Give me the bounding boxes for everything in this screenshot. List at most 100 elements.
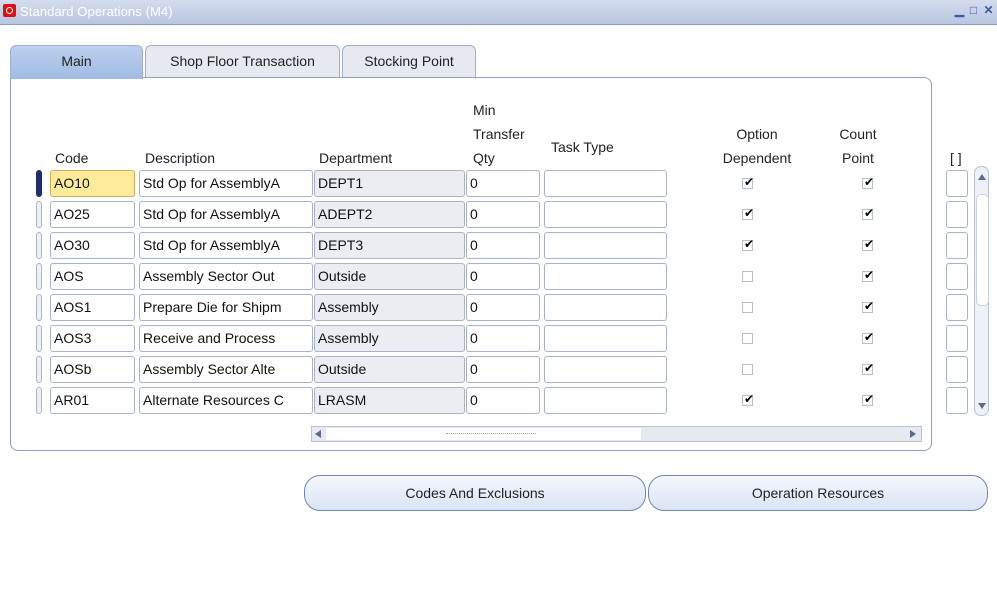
description-field[interactable]: Assembly Sector Alte — [139, 356, 313, 383]
column-header-count-point: Count Point — [828, 125, 888, 168]
task-type-field[interactable] — [544, 387, 667, 414]
column-header-qty-line: Qty — [473, 150, 495, 166]
horizontal-scrollbar[interactable] — [311, 426, 922, 442]
scroll-right-icon[interactable] — [910, 430, 916, 438]
minimize-icon[interactable]: ▁ — [953, 4, 966, 17]
row-folder-box[interactable] — [946, 232, 968, 259]
checkmark-icon: ✔ — [744, 237, 755, 251]
min-transfer-qty-field[interactable]: 0 — [466, 325, 540, 352]
count-point-checkbox[interactable]: ✔ — [862, 361, 874, 375]
scroll-left-icon[interactable] — [315, 430, 321, 438]
count-point-checkbox[interactable]: ✔ — [862, 175, 875, 189]
tab-main-label: Main — [61, 53, 92, 69]
row-selector[interactable] — [36, 201, 42, 228]
option-dependent-checkbox[interactable]: ✔ — [742, 392, 754, 406]
count-point-checkbox[interactable]: ✔ — [862, 237, 874, 251]
description-field[interactable]: Std Op for AssemblyA — [139, 170, 313, 197]
operation-resources-button[interactable]: Operation Resources — [648, 475, 988, 511]
description-field[interactable]: Alternate Resources C — [139, 387, 313, 414]
row-folder-box[interactable] — [946, 325, 968, 352]
checkmark-icon: ✔ — [864, 330, 875, 344]
option-dependent-checkbox[interactable]: ✔ — [742, 237, 755, 251]
option-dependent-checkbox[interactable] — [742, 364, 753, 375]
code-field[interactable]: AR01 — [50, 387, 135, 414]
checkmark-icon: ✔ — [864, 392, 875, 406]
vertical-scrollbar[interactable] — [974, 166, 989, 416]
row-selector[interactable] — [36, 170, 42, 197]
code-field[interactable]: AOS1 — [50, 294, 135, 321]
description-field[interactable]: Prepare Die for Shipm — [139, 294, 313, 321]
min-transfer-qty-field[interactable]: 0 — [466, 170, 540, 197]
description-field[interactable]: Assembly Sector Out — [139, 263, 313, 290]
task-type-field[interactable] — [544, 201, 667, 228]
department-field[interactable]: DEPT1 — [314, 170, 465, 197]
restore-icon[interactable]: □ — [967, 4, 980, 17]
horizontal-scroll-thumb[interactable] — [326, 428, 641, 440]
code-field[interactable]: AO30 — [50, 232, 135, 259]
row-folder-box[interactable] — [946, 356, 968, 383]
row-selector[interactable] — [36, 294, 42, 321]
department-field[interactable]: LRASM — [314, 387, 465, 414]
count-point-checkbox[interactable]: ✔ — [862, 392, 875, 406]
department-field[interactable]: Assembly — [314, 325, 465, 352]
row-selector[interactable] — [36, 263, 42, 290]
row-folder-box[interactable] — [946, 387, 968, 414]
codes-and-exclusions-button[interactable]: Codes And Exclusions — [304, 475, 646, 511]
row-selector[interactable] — [36, 387, 42, 414]
codes-and-exclusions-label: Codes And Exclusions — [405, 485, 545, 501]
option-dependent-checkbox[interactable] — [742, 333, 753, 344]
option-dependent-checkbox[interactable] — [742, 302, 753, 313]
code-field[interactable]: AOS — [50, 263, 135, 290]
option-dependent-checkbox[interactable]: ✔ — [742, 175, 754, 189]
description-field[interactable]: Std Op for AssemblyA — [139, 201, 313, 228]
description-field[interactable]: Receive and Process — [139, 325, 313, 352]
row-selector[interactable] — [36, 232, 42, 259]
checkmark-icon: ✔ — [864, 175, 875, 189]
scroll-up-icon[interactable] — [978, 174, 986, 180]
min-transfer-qty-field[interactable]: 0 — [466, 294, 540, 321]
count-point-checkbox[interactable]: ✔ — [862, 330, 875, 344]
tab-shop-floor-transaction[interactable]: Shop Floor Transaction — [145, 45, 340, 77]
option-dependent-checkbox[interactable]: ✔ — [742, 206, 755, 220]
option-dependent-checkbox[interactable] — [742, 271, 753, 282]
code-field[interactable]: AOSb — [50, 356, 135, 383]
min-transfer-qty-field[interactable]: 0 — [466, 387, 540, 414]
count-point-checkbox[interactable]: ✔ — [862, 268, 874, 282]
scroll-down-icon[interactable] — [978, 403, 986, 409]
count-point-checkbox[interactable]: ✔ — [862, 299, 874, 313]
task-type-field[interactable] — [544, 170, 667, 197]
row-selector[interactable] — [36, 356, 42, 383]
department-field[interactable]: Outside — [314, 356, 465, 383]
task-type-field[interactable] — [544, 232, 667, 259]
department-field[interactable]: ADEPT2 — [314, 201, 465, 228]
column-header-task-type: Task Type — [551, 139, 614, 155]
operation-resources-label: Operation Resources — [751, 485, 885, 501]
min-transfer-qty-field[interactable]: 0 — [466, 356, 540, 383]
row-folder-box[interactable] — [946, 201, 968, 228]
department-field[interactable]: Assembly — [314, 294, 465, 321]
task-type-field[interactable] — [544, 356, 667, 383]
task-type-field[interactable] — [544, 294, 667, 321]
vertical-scroll-thumb[interactable] — [976, 194, 989, 306]
count-point-checkbox[interactable]: ✔ — [862, 206, 874, 220]
min-transfer-qty-field[interactable]: 0 — [466, 263, 540, 290]
task-type-field[interactable] — [544, 325, 667, 352]
department-field[interactable]: DEPT3 — [314, 232, 465, 259]
row-folder-box[interactable] — [946, 170, 968, 197]
min-transfer-qty-field[interactable]: 0 — [466, 232, 540, 259]
close-icon[interactable]: ✕ — [982, 4, 995, 17]
department-field[interactable]: Outside — [314, 263, 465, 290]
folder-header-icon[interactable]: [ ] — [950, 149, 962, 168]
code-field[interactable]: AOS3 — [50, 325, 135, 352]
row-folder-box[interactable] — [946, 263, 968, 290]
task-type-field[interactable] — [544, 263, 667, 290]
min-transfer-qty-field[interactable]: 0 — [466, 201, 540, 228]
code-field[interactable]: AO25 — [50, 201, 135, 228]
description-field[interactable]: Std Op for AssemblyA — [139, 232, 313, 259]
code-field[interactable]: AO10 — [50, 170, 135, 197]
tab-stocking-point[interactable]: Stocking Point — [342, 45, 476, 77]
tab-main[interactable]: Main — [10, 45, 143, 79]
row-folder-box[interactable] — [946, 294, 968, 321]
row-selector[interactable] — [36, 325, 42, 352]
checkmark-icon: ✔ — [744, 206, 755, 220]
